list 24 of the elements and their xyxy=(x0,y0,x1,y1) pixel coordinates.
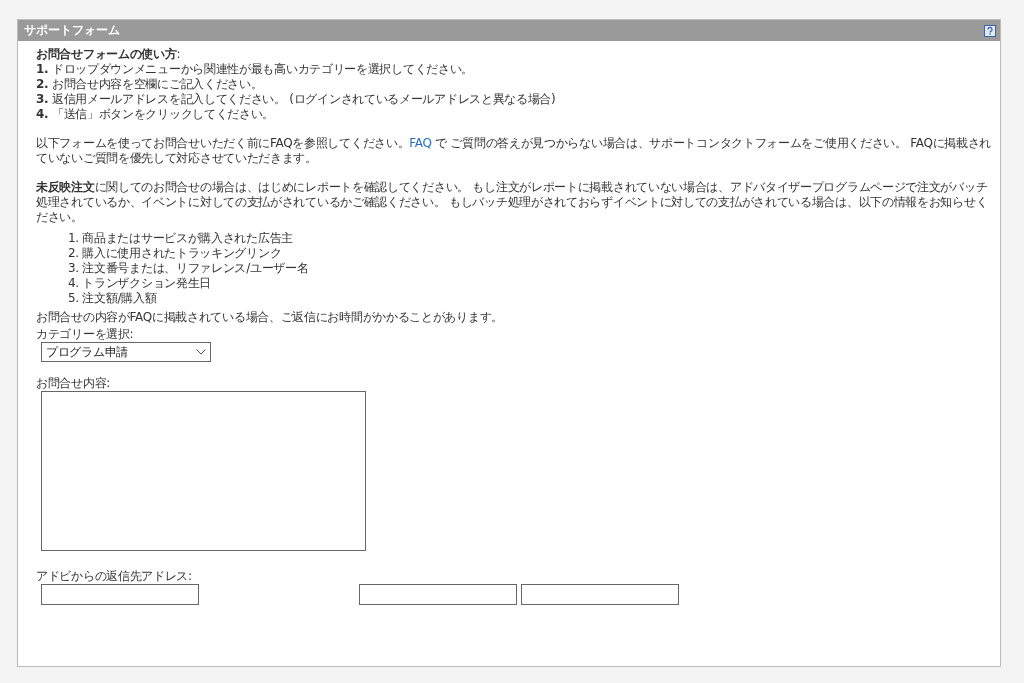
step-text: 1. ドロップダウンメニューから関連性が最も高いカテゴリーを選択してください。 xyxy=(36,62,474,76)
info-list-item: 5. 注文額/購入額 xyxy=(68,291,157,305)
step-text: 2. お問合せ内容を空欄にご記入ください。 xyxy=(36,77,263,91)
reply-address-label: アドビからの返信先アドレス: xyxy=(36,569,192,583)
step-text: 4. 「送信」ボタンをクリックしてください。 xyxy=(36,107,275,121)
faq-paragraph: 以下フォームを使ってお問合せいただく前にFAQを参照してください。FAQ で ご質問の答えが見つからない場合は、サポートコンタクトフォームをご使用ください。 FAQに掲載されていないご質問を優先して対応させていただきます。 xyxy=(36,136,992,165)
input-field[interactable] xyxy=(521,584,679,605)
chevron-down-icon xyxy=(196,349,206,355)
panel-title: サポートフォーム xyxy=(24,22,120,39)
input-field[interactable] xyxy=(41,584,199,605)
category-label: カテゴリーを選択: xyxy=(36,327,134,341)
category-dropdown[interactable]: プログラム申請 xyxy=(41,342,211,362)
instructions-heading: お問合せフォームの使い方: xyxy=(36,47,181,61)
info-list-item: 3. 注文番号または、リファレンス/ユーザー名 xyxy=(68,261,309,275)
faq-link[interactable]: FAQ xyxy=(409,136,432,150)
message-label: お問合せ内容: xyxy=(36,376,110,390)
order-paragraph: 未反映注文に関してのお問合せの場合は、はじめにレポートを確認してください。 もし注文がレポートに掲載されていない場合は、アドバタイザープログラムページで注文がバッチ処理されているか、イベントに対しての支払がされているかご確認ください。 もしバッチ処理がされておらずイベントに対しての支払がされている場合は、以下の情報をお知らせください。 xyxy=(36,180,988,224)
help-icon[interactable] xyxy=(984,24,996,37)
step-text: 3. 返信用メールアドレスを記入してください。 (ログインされているメールアドレスと異なる場合) xyxy=(36,92,556,106)
info-list-item: 2. 購入に使用されたトラッキングリンク xyxy=(68,246,282,260)
note-text: お問合せの内容がFAQに掲載されている場合、ご返信にお時間がかかることがあります。 xyxy=(36,310,503,324)
input-field[interactable] xyxy=(359,584,517,605)
info-list-item: 4. トランザクション発生日 xyxy=(68,276,212,290)
info-list-item: 1. 商品またはサービスが購入された広告主 xyxy=(68,231,293,245)
